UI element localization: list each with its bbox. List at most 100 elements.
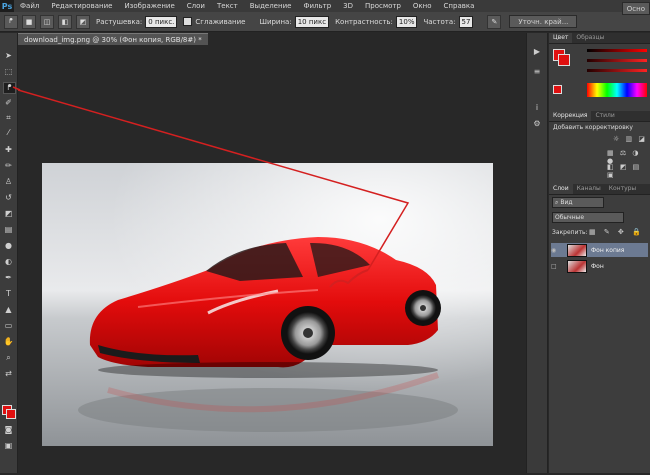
properties-icon[interactable]: ⚙ <box>531 119 543 129</box>
layers-panel-tabs: Слои Каналы Контуры <box>549 184 650 195</box>
canvas-area[interactable] <box>17 45 523 473</box>
hand-tool-icon[interactable]: ✋ <box>3 337 14 347</box>
green-slider[interactable] <box>587 59 647 62</box>
dodge-tool-icon[interactable]: ◐ <box>3 257 14 267</box>
tab-layers[interactable]: Слои <box>549 184 573 194</box>
menu-image[interactable]: Изображение <box>118 2 180 10</box>
subtract-selection-icon[interactable]: ◧ <box>58 14 72 29</box>
eyedropper-tool-icon[interactable]: ⁄ <box>3 128 14 138</box>
frequency-input[interactable]: 57 <box>458 15 474 28</box>
path-select-icon[interactable]: ▲ <box>3 305 14 315</box>
screen-mode-icon[interactable]: ▣ <box>3 441 14 451</box>
quick-select-tool-icon[interactable]: ✐ <box>3 98 14 108</box>
move-tool-icon[interactable]: ➤ <box>3 51 14 61</box>
menu-layers[interactable]: Слои <box>181 2 211 10</box>
tablet-pressure-icon[interactable]: ✎ <box>487 14 502 29</box>
layer-row-background[interactable]: □ Фон <box>551 259 648 273</box>
gradient-tool-icon[interactable]: ▤ <box>3 225 14 235</box>
history-brush-icon[interactable]: ↺ <box>3 193 14 203</box>
color-panel-background[interactable] <box>558 54 570 66</box>
tab-swatches[interactable]: Образцы <box>572 33 608 43</box>
car-photo <box>42 163 493 446</box>
out-of-gamut-swatch[interactable] <box>553 85 562 94</box>
menu-select[interactable]: Выделение <box>244 2 298 10</box>
clone-stamp-icon[interactable]: ♙ <box>3 177 14 187</box>
panel-dock: ▶ ≡ i ⚙ <box>526 33 548 473</box>
correction-hint: Добавить корректировку <box>553 124 633 131</box>
lock-label: Закрепить: <box>552 229 588 236</box>
refine-edge-button[interactable]: Уточн. край... <box>509 15 578 28</box>
pen-tool-icon[interactable]: ✒ <box>3 273 14 283</box>
menu-filter[interactable]: Фильтр <box>297 2 337 10</box>
crop-tool-icon[interactable]: ⌗ <box>3 113 14 123</box>
color-spectrum[interactable] <box>587 83 647 97</box>
contrast-input[interactable]: 10% <box>395 15 418 28</box>
new-selection-icon[interactable]: ■ <box>22 14 36 29</box>
menu-help[interactable]: Справка <box>438 2 481 10</box>
blend-mode-label: Обычные <box>555 214 585 221</box>
lock-icons[interactable]: ▦ ✎ ✥ 🔒 <box>589 228 644 236</box>
menu-file[interactable]: Файл <box>14 2 45 10</box>
tab-paths[interactable]: Контуры <box>605 184 640 194</box>
brush-tool-icon[interactable]: ✏ <box>3 161 14 171</box>
healing-brush-icon[interactable]: ✚ <box>3 145 14 155</box>
layer-row-background-copy[interactable]: ◉ Фон копия <box>551 243 648 257</box>
layer-name: Фон <box>591 262 604 270</box>
menu-window[interactable]: Окно <box>407 2 438 10</box>
play-icon[interactable]: ▶ <box>531 47 543 57</box>
marquee-tool-icon[interactable]: ⬚ <box>3 67 14 77</box>
feather-input[interactable]: 0 пикс. <box>145 15 178 28</box>
eye-icon[interactable]: ◉ <box>551 247 559 254</box>
intersect-selection-icon[interactable]: ◩ <box>76 14 90 29</box>
tab-color[interactable]: Цвет <box>549 33 573 43</box>
eraser-tool-icon[interactable]: ◩ <box>3 209 14 219</box>
tab-channels[interactable]: Каналы <box>573 184 605 194</box>
document-tab[interactable]: download_img.png @ 30% (Фон копия, RGB/8… <box>18 33 208 45</box>
correction-panel-tabs: Коррекция Стили <box>549 111 650 122</box>
background-color-swatch[interactable] <box>6 409 16 419</box>
visibility-toggle[interactable]: □ <box>551 263 559 270</box>
width-label: Ширина: <box>259 17 292 26</box>
menu-3d[interactable]: 3D <box>337 2 359 10</box>
search-icon: ⌕ <box>555 198 559 206</box>
tab-adjustments[interactable]: Коррекция <box>549 111 592 121</box>
adjustment-icons-row3[interactable]: ◧ ◩ ▤ ▣ <box>607 163 650 179</box>
layer-thumbnail <box>567 243 587 257</box>
photoshop-logo: Ps <box>0 0 14 12</box>
red-slider[interactable] <box>587 49 647 52</box>
adjustment-icons-row1[interactable]: ☼ ▥ ◪ <box>613 135 647 143</box>
layer-filter-label: Вид <box>560 199 573 206</box>
history-icon[interactable]: ≡ <box>531 67 543 77</box>
quick-mask-icon[interactable]: ◙ <box>3 425 14 435</box>
tab-styles[interactable]: Стили <box>591 111 618 121</box>
workspace-switcher[interactable]: Осно <box>621 2 650 15</box>
menu-edit[interactable]: Редактирование <box>45 2 118 10</box>
antialias-checkbox[interactable] <box>183 17 193 26</box>
add-selection-icon[interactable]: ◫ <box>40 14 54 29</box>
right-panels: Цвет Образцы Коррекция Стили Добавить ко… <box>549 33 650 473</box>
tools-panel: ➤ ⬚ ᖰ ✐ ⌗ ⁄ ✚ ✏ ♙ ↺ ◩ ▤ ● ◐ ✒ T ▲ ▭ ✋ ⌕ … <box>0 33 18 473</box>
color-panel-tabs: Цвет Образцы <box>549 33 650 44</box>
frequency-label: Частота: <box>423 17 456 26</box>
type-tool-icon[interactable]: T <box>3 289 14 299</box>
zoom-tool-icon[interactable]: ⌕ <box>3 353 14 363</box>
width-input[interactable]: 10 пикс <box>294 15 330 28</box>
blue-slider[interactable] <box>587 69 647 72</box>
document-tab-title: download_img.png @ 30% (Фон копия, RGB/8… <box>24 35 202 44</box>
layer-filter-select[interactable]: ⌕ Вид <box>552 197 604 208</box>
blend-mode-select[interactable]: Обычные <box>552 212 624 223</box>
document-canvas[interactable] <box>17 45 523 473</box>
feather-label: Растушевка: <box>96 17 143 26</box>
antialias-label: Сглаживание <box>195 17 246 26</box>
blur-tool-icon[interactable]: ● <box>3 241 14 251</box>
menu-view[interactable]: Просмотр <box>359 2 407 10</box>
menu-type[interactable]: Текст <box>211 2 244 10</box>
swap-colors-icon[interactable]: ⇄ <box>3 369 14 379</box>
contrast-label: Контрастность: <box>335 17 393 26</box>
magnetic-lasso-preset-icon[interactable]: ᖰ <box>4 14 18 29</box>
options-bar: ᖰ ■ ◫ ◧ ◩ Растушевка: 0 пикс. Сглаживани… <box>0 12 650 32</box>
info-icon[interactable]: i <box>531 103 543 113</box>
shape-tool-icon[interactable]: ▭ <box>3 321 14 331</box>
layer-name: Фон копия <box>591 246 625 254</box>
lasso-tool-icon[interactable]: ᖰ <box>3 82 16 94</box>
